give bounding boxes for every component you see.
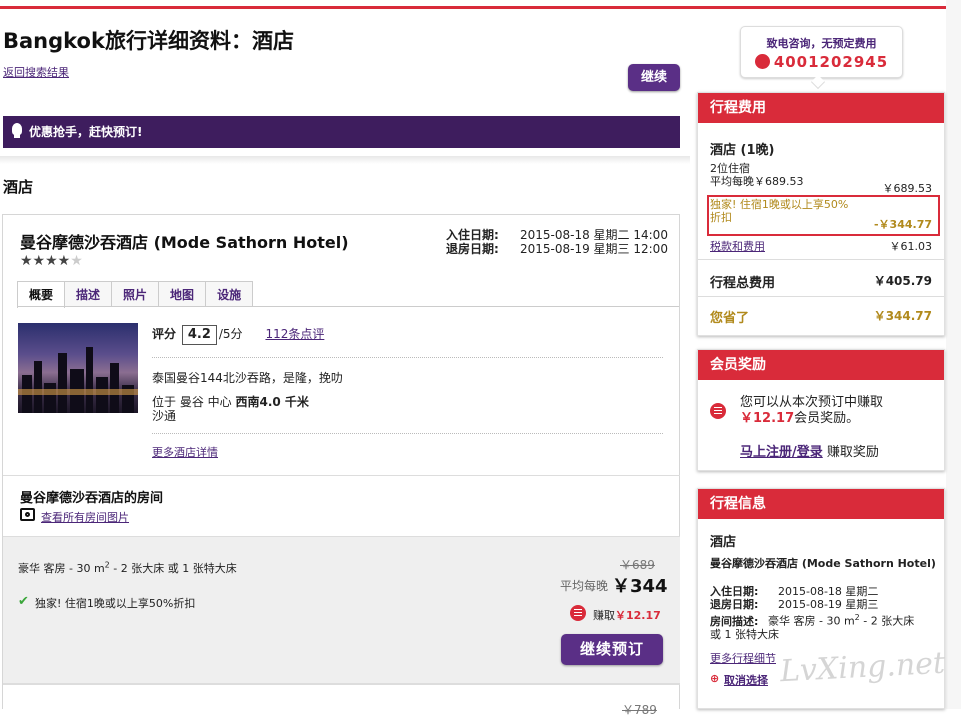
earn-rewards: 赚取￥12.17 <box>593 609 661 622</box>
location-prefix: 位于 曼谷 中心 <box>152 395 232 409</box>
tax-amount: ￥61.03 <box>889 240 933 253</box>
call-phone[interactable]: 4001202945 <box>774 53 888 71</box>
score-max: /5分 <box>218 327 243 341</box>
register-login-link[interactable]: 马上注册/登录 <box>740 445 823 460</box>
hotel-location: 位于 曼谷 中心 西南4.0 千米 沙通 <box>152 395 309 423</box>
page-title: Bangkok旅行详细资料：酒店 <box>3 29 294 53</box>
hotel-section-title: 酒店 <box>3 178 34 196</box>
book-room-button[interactable]: 继续预订 <box>561 634 663 665</box>
score-value: 4.2 <box>181 325 217 345</box>
more-hotel-details-link[interactable]: 更多酒店详情 <box>152 444 218 460</box>
score-label: 评分 <box>152 327 177 341</box>
hotel-photo[interactable] <box>18 323 138 413</box>
total-cost-label: 行程总费用 <box>710 276 776 291</box>
trip-dates: 入住日期: 2015-08-18 星期二 退房日期: 2015-08-19 星期三 … <box>710 585 915 641</box>
room-photos-link[interactable]: 查看所有房间图片 <box>41 509 129 525</box>
hotel-address: 泰国曼谷144北沙吞路，是隆，挽叻 <box>152 371 343 385</box>
divider <box>3 475 680 476</box>
divider <box>152 433 663 434</box>
phone-icon <box>754 54 770 69</box>
rewards-text: 您可以从本次预订中赚取 ￥12.17会员奖励。 <box>740 395 884 426</box>
star-rating: ★★★★★ <box>20 253 83 269</box>
cost-avg-amount: ￥689.53 <box>882 182 933 195</box>
trip-hotel-name: 曼谷摩德沙吞酒店 (Mode Sathorn Hotel) <box>710 557 936 570</box>
location-distance: 西南4.0 千米 <box>235 395 309 409</box>
camera-icon <box>20 508 35 521</box>
original-price: ￥689 <box>620 558 655 572</box>
trip-info-header: 行程信息 <box>698 489 944 519</box>
next-room-row <box>3 684 680 709</box>
exclusive-highlight-box <box>707 195 940 236</box>
rewards-coin-icon <box>710 403 726 419</box>
star-rating-empty: ★ <box>70 253 83 269</box>
rewards-panel: 会员奖励 您可以从本次预订中赚取 ￥12.17会员奖励。 马上注册/登录 赚取奖… <box>697 349 945 471</box>
reviews-link[interactable]: 112条点评 <box>265 327 324 341</box>
next-room-original-price: ￥789 <box>622 703 657 717</box>
rewards-header: 会员奖励 <box>698 350 944 380</box>
saved-amount: ￥344.77 <box>873 309 932 323</box>
section-shadow <box>0 156 690 164</box>
call-title: 致电咨询，无预定费用 <box>766 37 877 50</box>
right-gutter <box>946 0 961 709</box>
saved-label: 您省了 <box>710 311 750 326</box>
divider <box>152 357 663 358</box>
check-icon: ✔ <box>18 594 29 609</box>
rooms-title: 曼谷摩德沙吞酒店的房间 <box>20 491 164 506</box>
trip-cost-header: 行程费用 <box>698 93 944 123</box>
hotel-rating: 评分 4.2/5分 112条点评 <box>152 325 324 345</box>
register-row: 马上注册/登录 赚取奖励 <box>740 445 879 460</box>
cancel-icon: ⊕ <box>710 672 720 685</box>
hotel-name: 曼谷摩德沙吞酒店 (Mode Sathorn Hotel) <box>20 233 349 252</box>
call-box: 致电咨询，无预定费用 4001202945 <box>740 26 903 78</box>
room-description: 豪华 客房 - 30 m2 - 2 张大床 或 1 张特大床 <box>18 560 237 575</box>
hotel-nights-label: 酒店 (1晚) <box>710 143 775 158</box>
checkin-value: 2015-08-18 星期二 14:00 <box>520 228 668 242</box>
back-to-results-link[interactable]: 返回搜索结果 <box>3 64 69 80</box>
promo-banner: 优惠抢手，赶快预订! <box>3 116 680 148</box>
trip-info-section: 酒店 <box>710 535 737 550</box>
checkin-label: 入住日期: <box>446 228 499 242</box>
tab-facilities[interactable]: 设施 <box>205 281 254 307</box>
room-price: ￥344 <box>612 576 668 597</box>
promo-text: 优惠抢手，赶快预订! <box>29 125 143 139</box>
tax-fees-link[interactable]: 税款和费用 <box>710 238 765 254</box>
more-trip-details-link[interactable]: 更多行程细节 <box>710 650 776 666</box>
tab-underline <box>17 306 679 307</box>
top-accent-line <box>0 6 946 9</box>
total-cost-amount: ￥405.79 <box>873 274 932 288</box>
checkout-label: 退房日期: <box>446 242 499 256</box>
star-rating-filled: ★★★★ <box>20 253 71 269</box>
tab-overview[interactable]: 概要 <box>17 281 66 308</box>
tab-map[interactable]: 地图 <box>158 281 207 307</box>
continue-button[interactable]: 继续 <box>628 64 680 91</box>
lightbulb-icon-base <box>14 134 20 138</box>
stay-dates: 入住日期: 2015-08-18 星期二 14:00 退房日期: 2015-08-1… <box>446 228 668 256</box>
location-suffix: 沙通 <box>152 409 177 423</box>
tab-description[interactable]: 描述 <box>64 281 113 307</box>
tab-photos[interactable]: 照片 <box>111 281 160 307</box>
exclusive-offer: 独家! 住宿1晚或以上享50%折扣 <box>35 597 196 610</box>
cancel-selection-link[interactable]: 取消选择 <box>724 672 768 688</box>
hotel-tabs: 概要 描述 照片 地图 设施 <box>17 281 254 308</box>
cost-guests: 2位住宿 平均每晚￥689.53 <box>710 162 804 188</box>
avg-per-night-label: 平均每晚 <box>560 579 609 593</box>
checkout-value: 2015-08-19 星期三 12:00 <box>520 242 668 256</box>
rewards-coin-icon <box>570 605 586 621</box>
